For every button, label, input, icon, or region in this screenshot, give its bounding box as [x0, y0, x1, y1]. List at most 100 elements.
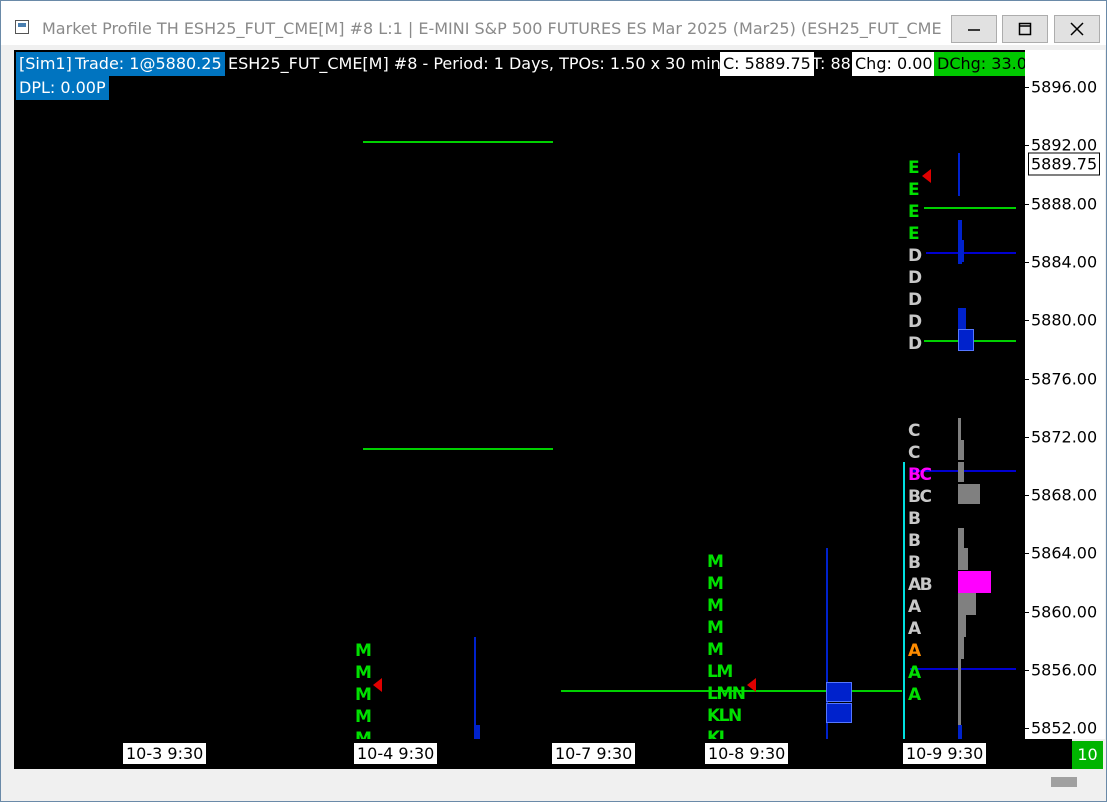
tpo-letter: M [355, 641, 372, 661]
volume-profile [826, 682, 852, 702]
app-icon [15, 20, 29, 34]
tpo-letter: M [355, 729, 372, 739]
close-marker-icon [747, 678, 756, 692]
volume-profile [474, 725, 480, 739]
tpo-letter: LMN [707, 684, 746, 704]
maximize-icon [1018, 22, 1032, 36]
tpo-letter: A [908, 641, 921, 661]
tpo-letter: D [908, 312, 922, 332]
tpo-letter: BC [908, 465, 932, 485]
tpo-letter: M [707, 640, 724, 660]
tpo-letter: M [707, 574, 724, 594]
volume-profile [958, 615, 966, 637]
account-label: [Sim1] [16, 52, 75, 76]
dchange-value: DChg: 33.0 [934, 52, 1025, 76]
maximize-button[interactable] [1002, 15, 1048, 43]
price-tick [1025, 261, 1029, 263]
title-bar[interactable]: Market Profile TH ESH25_FUT_CME[M] #8 L:… [1, 1, 1106, 45]
price-tick [1025, 553, 1029, 555]
poc-profile [958, 571, 991, 593]
tpo-letter: M [355, 663, 372, 683]
level-line [363, 448, 553, 450]
price-tick [1025, 670, 1029, 671]
volume-profile [958, 725, 962, 739]
volume-profile [826, 703, 852, 723]
tpo-letter: A [908, 685, 921, 705]
volume-profile [958, 462, 964, 482]
close-marker-icon [922, 169, 931, 183]
tpo-letter: D [908, 246, 922, 266]
tpo-letter: D [908, 268, 922, 288]
time-label: 10-9 9:30 [903, 743, 987, 764]
close-marker-icon [373, 678, 382, 692]
price-tick [1025, 320, 1029, 322]
minimize-icon [968, 29, 980, 31]
current-price-label: 5889.75 [1028, 152, 1101, 176]
tpo-letter: M [355, 685, 372, 705]
price-label: 5888.00 [1031, 194, 1098, 214]
volume-profile [474, 637, 476, 739]
tpo-letter: D [908, 290, 922, 310]
price-label: 5880.00 [1031, 310, 1098, 330]
price-tick [1025, 378, 1029, 380]
price-label: 5864.00 [1031, 543, 1098, 563]
volume-profile [958, 240, 964, 262]
tpo-letter: A [908, 619, 921, 639]
volume-profile [958, 593, 976, 615]
horizontal-scrollbar[interactable] [14, 769, 1105, 797]
tpo-letter: M [707, 618, 724, 638]
tpo-letter: M [707, 552, 724, 572]
time-axis[interactable]: 10-3 9:30 10-4 9:30 10-7 9:30 10-8 9:30 … [14, 739, 1072, 769]
tpo-letter: E [908, 180, 920, 200]
bar-count-badge[interactable]: 10 [1072, 741, 1103, 769]
close-icon [1070, 22, 1084, 36]
level-line [924, 207, 1016, 209]
tpo-letter: A [908, 597, 921, 617]
tpo-letter: AB [908, 575, 933, 595]
price-tick [1025, 87, 1029, 88]
price-axis[interactable]: 5896.00 5892.00 5888.00 5884.00 5880.00 5876.… [1025, 50, 1105, 739]
tpo-letter: A [908, 663, 921, 683]
close-price: C: 5889.75 [720, 52, 814, 76]
volume-profile [958, 153, 960, 196]
volume-profile [958, 308, 966, 330]
price-tick [1025, 611, 1029, 613]
price-label: 5852.00 [1031, 718, 1098, 738]
tpo-letter: LM [707, 662, 733, 682]
level-line [910, 668, 1016, 670]
tpo-letter: C [908, 443, 920, 463]
minimize-button[interactable] [951, 15, 997, 43]
tpo-letter: E [908, 224, 920, 244]
price-tick [1025, 145, 1029, 147]
price-label: 5868.00 [1031, 485, 1098, 505]
level-line [363, 141, 553, 143]
volume-profile [958, 484, 980, 504]
time-label: 10-8 9:30 [705, 743, 789, 764]
window-title: Market Profile TH ESH25_FUT_CME[M] #8 L:… [42, 19, 942, 38]
price-tick [1025, 728, 1029, 730]
time-label: 10-7 9:30 [552, 743, 636, 764]
chart-area[interactable]: [Sim1] Trade: 1@5880.25 ESH25_FUT_CME[M]… [14, 50, 1025, 739]
volume-profile [958, 548, 968, 570]
tpo-letter: E [908, 202, 920, 222]
price-tick [1025, 203, 1029, 205]
tpo-letter: M [355, 707, 372, 727]
tpo-letter: C [908, 421, 920, 441]
price-label: 5884.00 [1031, 252, 1098, 272]
price-label: 5856.00 [1031, 660, 1098, 680]
level-line [926, 252, 1016, 254]
volume-profile [958, 637, 964, 659]
change-value: Chg: 0.00 [852, 52, 936, 76]
price-tick [1025, 436, 1029, 438]
price-label: 5876.00 [1031, 369, 1098, 388]
scrollbar-thumb[interactable] [1051, 777, 1077, 787]
close-button[interactable] [1054, 15, 1100, 43]
time-label: 10-3 9:30 [123, 743, 207, 764]
market-profile-window: Market Profile TH ESH25_FUT_CME[M] #8 L:… [0, 0, 1107, 802]
tpo-letter: B [908, 531, 921, 551]
tpo-letter: B [908, 509, 921, 529]
price-tick [1025, 495, 1029, 497]
time-label: 10-4 9:30 [354, 743, 438, 764]
tpo-letter: E [908, 158, 920, 178]
trade-label: Trade: 1@5880.25 [72, 52, 225, 76]
